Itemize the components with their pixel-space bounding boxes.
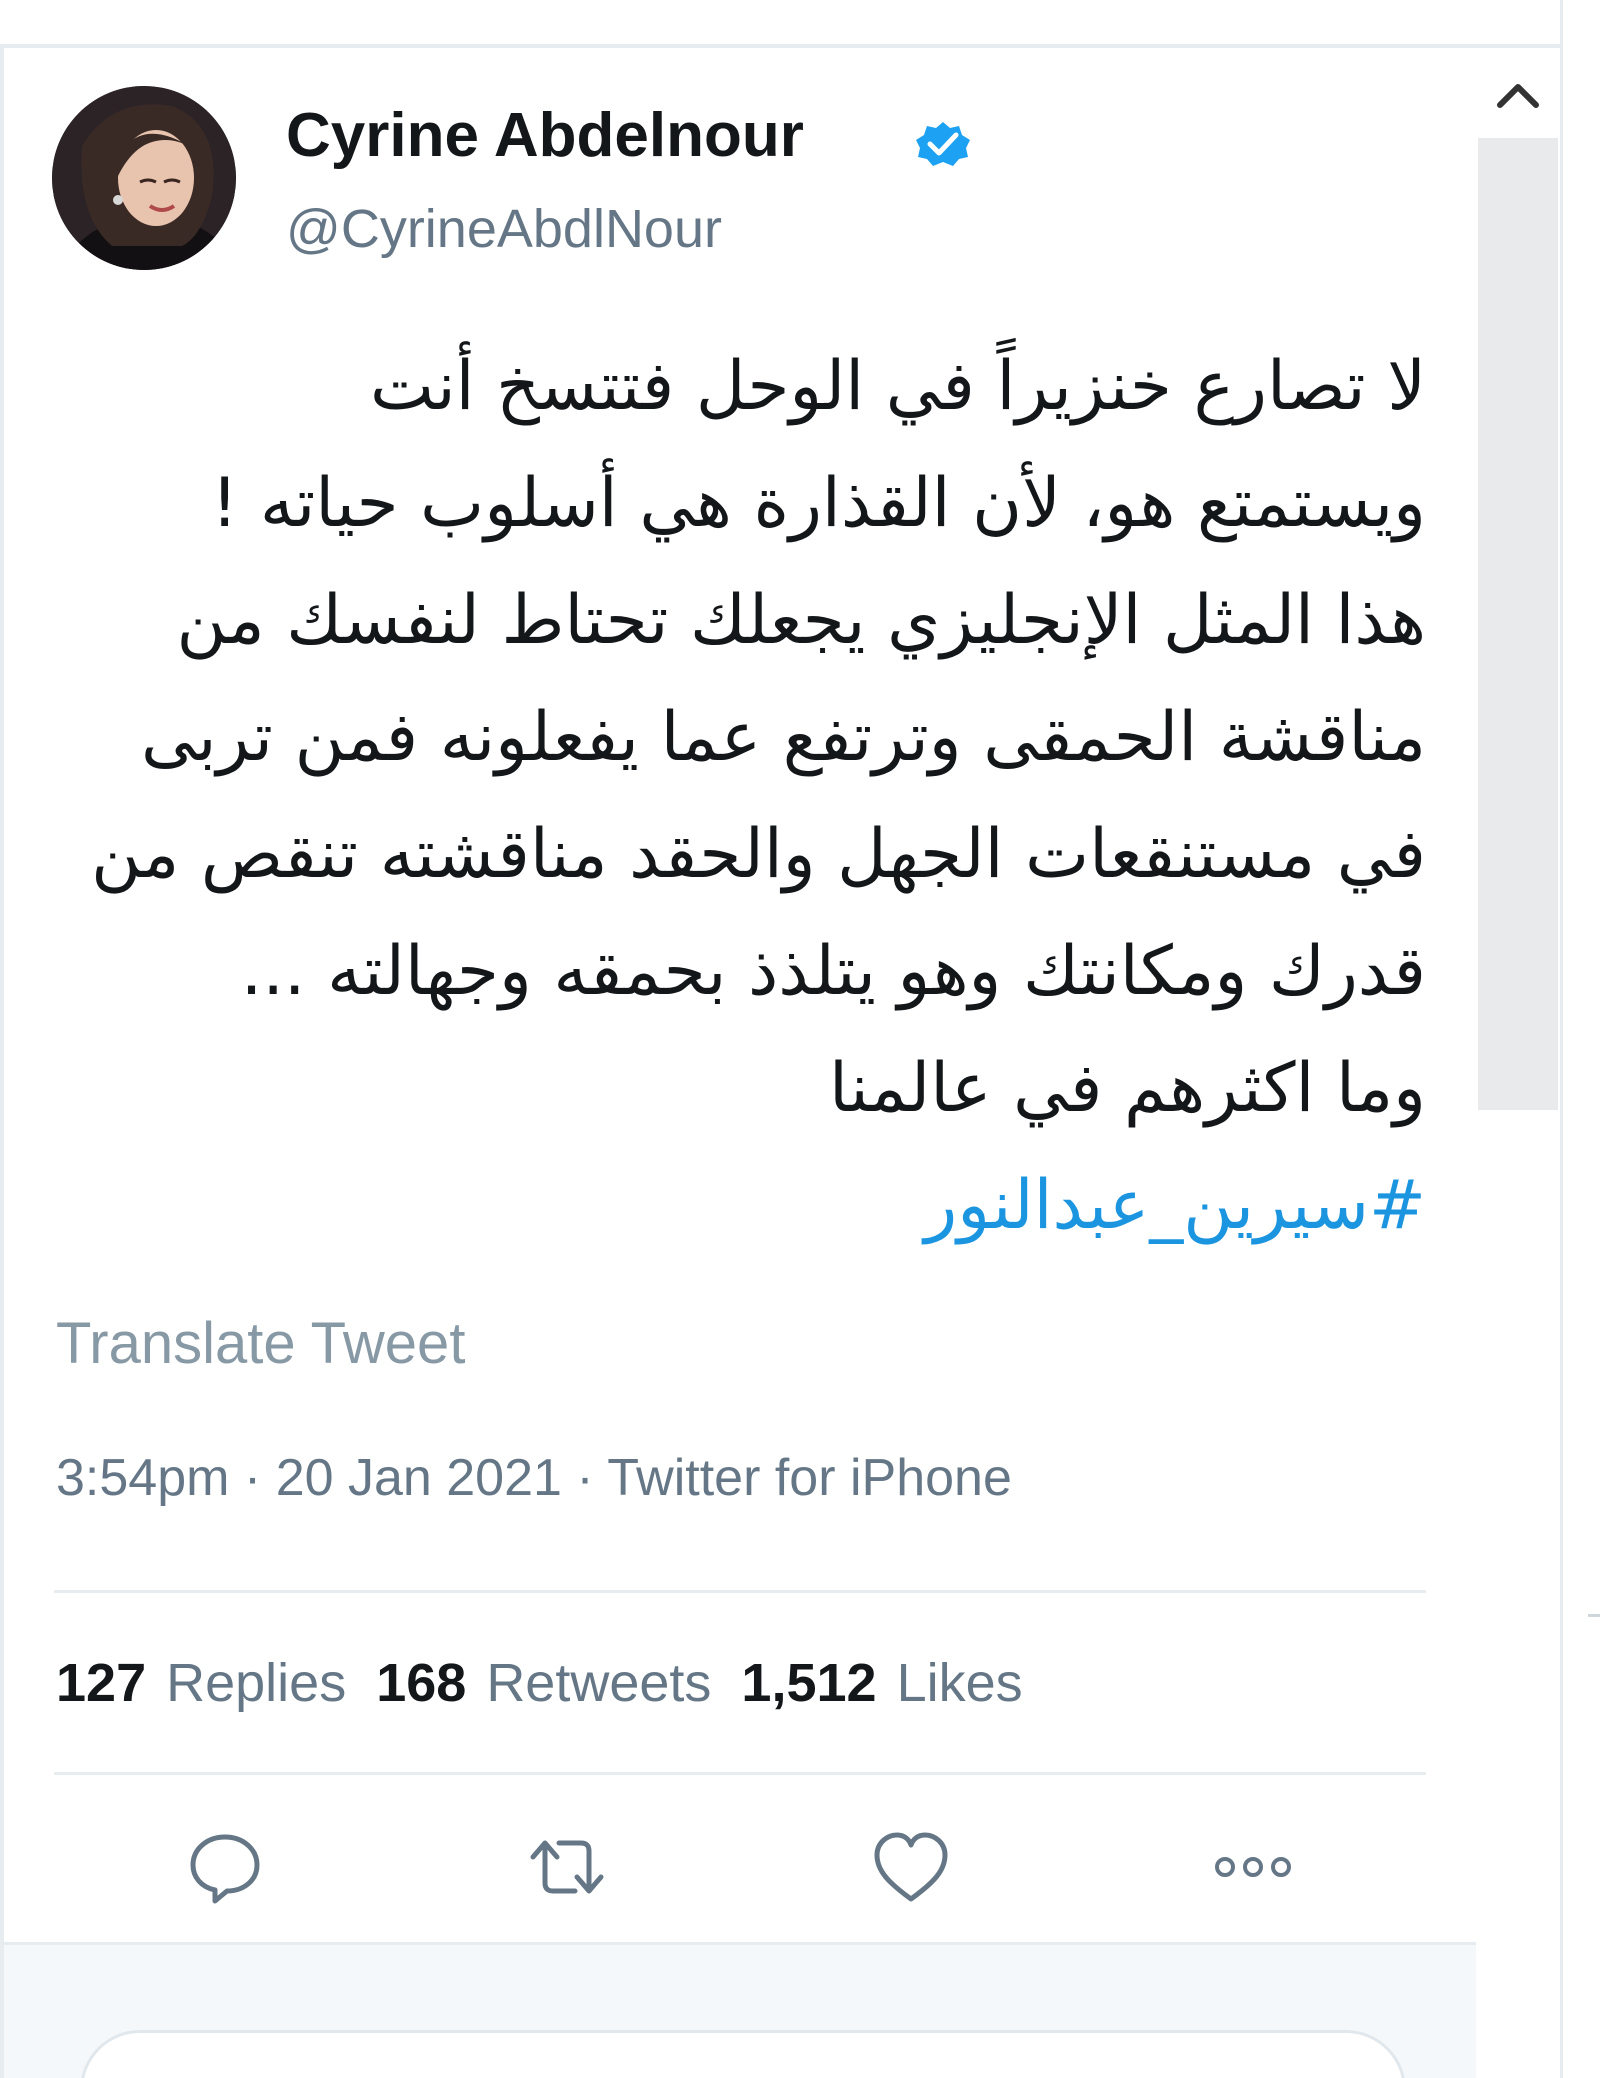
author-name[interactable]: Cyrine Abdelnour	[286, 100, 804, 171]
translate-tweet-link[interactable]: Translate Tweet	[56, 1310, 465, 1377]
tweet-metadata: 3:54pm · 20 Jan 2021 · Twitter for iPhon…	[56, 1448, 1012, 1508]
replies-stat[interactable]: 127 Replies	[56, 1652, 346, 1714]
more-button[interactable]	[1208, 1822, 1298, 1912]
gutter-divider	[1588, 1614, 1600, 1617]
retweets-count: 168	[376, 1653, 467, 1713]
tweet-text-line: لا تصارع خنزيراً في الوحل فتتسخ أنت	[369, 347, 1426, 426]
scrollbar-thumb[interactable]	[1478, 138, 1558, 1110]
likes-count: 1,512	[741, 1653, 877, 1713]
retweet-button[interactable]	[522, 1822, 612, 1912]
author-handle[interactable]: @CyrineAbdlNour	[286, 198, 722, 260]
reply-button[interactable]	[180, 1822, 270, 1912]
tweet-text-line: وما اكثرهم في عالمنا	[829, 1049, 1426, 1128]
tweet-time[interactable]: 3:54pm	[56, 1449, 229, 1507]
tweet-stats: 127 Replies 168 Retweets 1,512 Likes	[56, 1652, 1053, 1714]
reply-input[interactable]	[80, 2030, 1406, 2078]
tweet-text-line: مناقشة الحمقى وترتفع عما يفعلونه فمن ترب…	[140, 698, 1426, 777]
stats-divider-bottom	[54, 1772, 1426, 1775]
likes-stat[interactable]: 1,512 Likes	[741, 1652, 1022, 1714]
right-gutter	[1560, 0, 1600, 2078]
likes-label: Likes	[896, 1653, 1023, 1713]
left-border	[0, 48, 4, 2078]
retweets-label: Retweets	[486, 1653, 712, 1713]
tweet-text-line: في مستنقعات الجهل والحقد مناقشته تنقص من	[91, 815, 1426, 894]
like-icon	[874, 1832, 948, 1902]
more-icon	[1215, 1857, 1291, 1877]
retweet-icon	[530, 1840, 604, 1894]
meta-separator: ·	[243, 1449, 262, 1507]
chevron-up-icon	[1497, 84, 1539, 108]
avatar-portrait	[52, 86, 236, 270]
tweet-date[interactable]: 20 Jan 2021	[276, 1449, 562, 1507]
like-button[interactable]	[866, 1822, 956, 1912]
replies-label: Replies	[166, 1653, 347, 1713]
tweet-source[interactable]: Twitter for iPhone	[607, 1449, 1012, 1507]
tweet-text-line: هذا المثل الإنجليزي يجعلك تحتاط لنفسك من	[176, 581, 1426, 660]
tweet-text-line: ويستمتع هو، لأن القذارة هي أسلوب حياته !	[211, 464, 1426, 543]
retweets-stat[interactable]: 168 Retweets	[376, 1652, 711, 1714]
top-divider	[0, 44, 1560, 48]
replies-count: 127	[56, 1653, 147, 1713]
avatar[interactable]	[52, 86, 236, 270]
tweet-body: لا تصارع خنزيراً في الوحل فتتسخ أنت ويست…	[60, 328, 1426, 1264]
tweet-page: Cyrine Abdelnour @CyrineAbdlNour لا تصار…	[0, 0, 1600, 2078]
tweet-text-line: قدرك ومكانتك وهو يتلذذ بحمقه وجهالته ...	[240, 932, 1426, 1011]
reply-icon	[190, 1834, 260, 1904]
hashtag-link[interactable]: #سيرين_عبدالنور	[60, 1147, 1426, 1264]
scroll-up-button[interactable]	[1478, 60, 1558, 130]
verified-badge-icon	[916, 122, 970, 166]
meta-separator: ·	[576, 1449, 594, 1507]
stats-divider-top	[54, 1590, 1426, 1593]
